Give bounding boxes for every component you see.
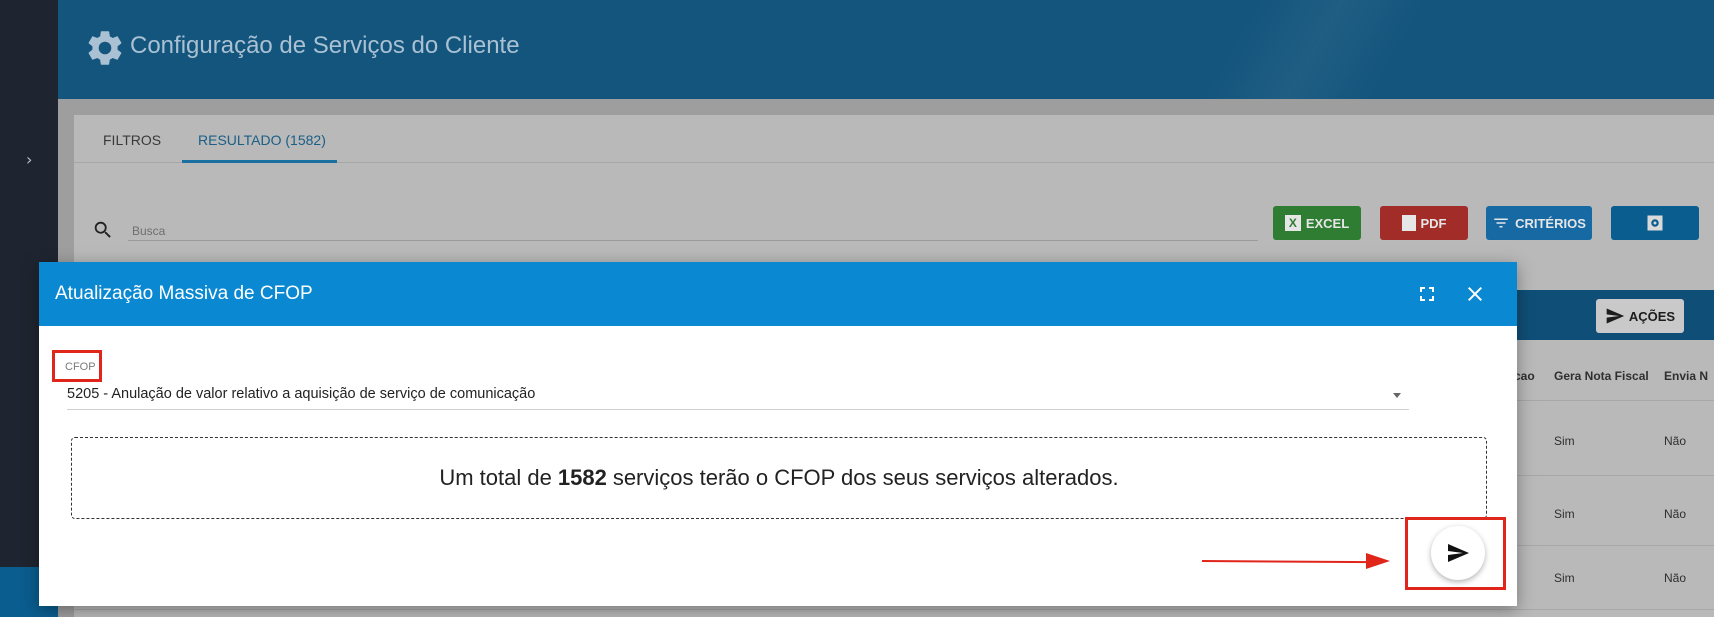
send-icon [1448, 544, 1469, 562]
table-cell: Não [1664, 571, 1687, 585]
close-icon[interactable] [1463, 282, 1487, 306]
summary-message: Um total de 1582 serviços terão o CFOP d… [71, 437, 1487, 519]
tab-filtros[interactable]: FILTROS [103, 132, 161, 148]
cfop-field-label: CFOP [65, 361, 96, 373]
dialog-title: Atualização Massiva de CFOP [55, 283, 313, 304]
cfop-dialog: Atualização Massiva de CFOP CFOP 5205 - … [39, 262, 1517, 606]
dialog-header: Atualização Massiva de CFOP [39, 262, 1517, 326]
filter-icon [1494, 218, 1508, 228]
column-header[interactable]: Envia N [1664, 369, 1708, 383]
send-icon [1606, 308, 1625, 324]
cfop-select[interactable]: 5205 - Anulação de valor relativo a aqui… [67, 384, 1409, 410]
summary-prefix: Um total de [439, 465, 552, 490]
settings-icon [1647, 215, 1663, 231]
pdf-icon [1401, 215, 1416, 231]
tab-resultado[interactable]: RESULTADO (1582) [198, 132, 326, 148]
criterios-button[interactable]: CRITÉRIOS [1486, 206, 1592, 240]
search-icon [94, 221, 111, 238]
acoes-label: AÇÕES [1628, 308, 1676, 324]
table-cell: Sim [1554, 434, 1575, 448]
summary-suffix: serviços terão o CFOP dos seus serviços … [612, 465, 1119, 490]
row-divider [74, 609, 1714, 610]
acoes-button[interactable]: AÇÕES [1596, 299, 1684, 333]
sidebar-expand-icon[interactable]: › [26, 150, 32, 169]
tab-bar: FILTROS RESULTADO (1582) [74, 115, 1714, 163]
table-cell: Não [1664, 507, 1687, 521]
page-title: Configuração de Serviços do Cliente [130, 32, 520, 59]
column-header[interactable]: cao [1514, 369, 1535, 383]
excel-icon: X [1284, 215, 1301, 231]
settings-button[interactable] [1611, 206, 1699, 240]
excel-label: EXCEL [1305, 215, 1350, 231]
chevron-down-icon [1393, 393, 1401, 398]
table-cell: Sim [1554, 507, 1575, 521]
search-input[interactable]: Busca [128, 219, 1258, 241]
table-cell: Não [1664, 434, 1687, 448]
cfop-select-value: 5205 - Anulação de valor relativo a aqui… [67, 386, 536, 402]
annotation-arrow-head [1366, 553, 1390, 569]
excel-button[interactable]: X EXCEL [1273, 206, 1361, 240]
page-header: Configuração de Serviços do Cliente [58, 0, 1714, 99]
criterios-label: CRITÉRIOS [1515, 215, 1586, 231]
column-header[interactable]: Gera Nota Fiscal [1554, 369, 1649, 383]
table-cell: Sim [1554, 571, 1575, 585]
maximize-icon[interactable] [1415, 282, 1439, 306]
pdf-button[interactable]: PDF [1380, 206, 1468, 240]
send-button[interactable] [1431, 526, 1485, 580]
gear-icon [88, 31, 122, 65]
pdf-label: PDF [1420, 215, 1447, 231]
active-tab-indicator [182, 160, 337, 163]
summary-count: 1582 [557, 465, 607, 490]
annotation-arrow [1201, 560, 1373, 564]
